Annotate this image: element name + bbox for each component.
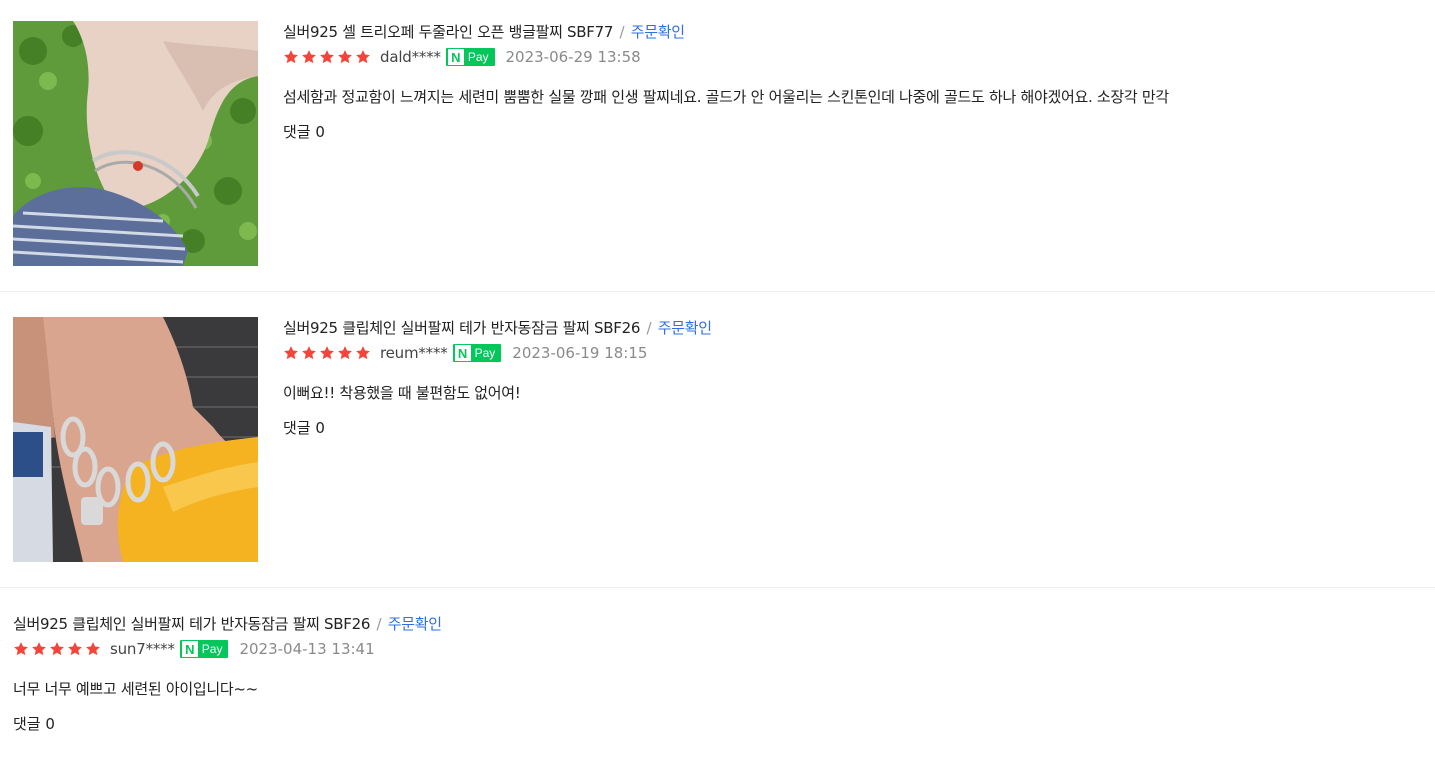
separator: / <box>376 615 382 633</box>
star-icon <box>49 641 65 657</box>
npay-badge: N Pay <box>445 48 495 66</box>
npay-label: Pay <box>467 50 489 64</box>
star-icon <box>355 49 371 65</box>
review-meta: dald**** N Pay 2023-06-29 13:58 <box>283 47 1415 67</box>
star-icon <box>301 49 317 65</box>
review-item: 실버925 클립체인 실버팔찌 테가 반자동잠금 팔찌 SBF26 / 주문확인… <box>0 588 1435 759</box>
order-confirm-link[interactable]: 주문확인 <box>631 23 685 41</box>
star-icon <box>319 345 335 361</box>
order-confirm-link[interactable]: 주문확인 <box>388 615 442 633</box>
review-date: 2023-06-29 13:58 <box>505 48 641 66</box>
reviewer-id: reum**** <box>380 344 448 362</box>
review-text: 이뻐요!! 착용했을 때 불편함도 없어여! <box>283 384 521 402</box>
npay-label: Pay <box>201 642 223 656</box>
review-body: 실버925 셀 트리오페 두줄라인 오픈 뱅글팔찌 SBF77 / 주문확인 d… <box>283 21 1415 143</box>
review-text: 너무 너무 예쁘고 세련된 아이입니다~~ <box>13 680 258 698</box>
review-photo[interactable] <box>13 317 258 562</box>
product-line: 실버925 클립체인 실버팔찌 테가 반자동잠금 팔찌 SBF26 / 주문확인 <box>283 317 1415 339</box>
review-text: 섬세함과 정교함이 느껴지는 세련미 뿜뿜한 실물 깡패 인생 팔찌네요. 골드… <box>283 88 1169 106</box>
product-name: 실버925 클립체인 실버팔찌 테가 반자동잠금 팔찌 SBF26 <box>283 319 641 337</box>
star-icon <box>319 49 335 65</box>
product-name: 실버925 셀 트리오페 두줄라인 오픈 뱅글팔찌 SBF77 <box>283 23 614 41</box>
separator: / <box>619 23 625 41</box>
review-meta: sun7**** N Pay 2023-04-13 13:41 <box>13 639 1415 659</box>
star-icon <box>337 49 353 65</box>
star-icon <box>301 345 317 361</box>
star-icon <box>13 641 29 657</box>
review-date: 2023-06-19 18:15 <box>512 344 648 362</box>
star-icon <box>85 641 101 657</box>
npay-logo-icon: N <box>447 49 464 65</box>
review-item: 실버925 셀 트리오페 두줄라인 오픈 뱅글팔찌 SBF77 / 주문확인 d… <box>0 0 1435 292</box>
star-rating <box>283 49 371 65</box>
review-list: 실버925 셀 트리오페 두줄라인 오픈 뱅글팔찌 SBF77 / 주문확인 d… <box>0 0 1435 759</box>
review-body: 실버925 클립체인 실버팔찌 테가 반자동잠금 팔찌 SBF26 / 주문확인… <box>283 317 1415 439</box>
review-photo-image <box>13 317 258 562</box>
review-photo-image <box>13 21 258 266</box>
product-line: 실버925 셀 트리오페 두줄라인 오픈 뱅글팔찌 SBF77 / 주문확인 <box>283 21 1415 43</box>
comment-count-button[interactable]: 댓글 0 <box>283 417 325 439</box>
star-icon <box>67 641 83 657</box>
separator: / <box>646 319 652 337</box>
review-photo[interactable] <box>13 21 258 266</box>
npay-logo-icon: N <box>181 641 198 657</box>
star-icon <box>337 345 353 361</box>
star-rating <box>13 641 101 657</box>
product-name: 실버925 클립체인 실버팔찌 테가 반자동잠금 팔찌 SBF26 <box>13 615 371 633</box>
comment-count-button[interactable]: 댓글 0 <box>283 121 325 143</box>
comment-count-button[interactable]: 댓글 0 <box>13 713 55 735</box>
star-icon <box>355 345 371 361</box>
product-line: 실버925 클립체인 실버팔찌 테가 반자동잠금 팔찌 SBF26 / 주문확인 <box>13 613 1415 635</box>
npay-badge: N Pay <box>452 344 502 362</box>
star-rating <box>283 345 371 361</box>
order-confirm-link[interactable]: 주문확인 <box>658 319 712 337</box>
star-icon <box>31 641 47 657</box>
review-date: 2023-04-13 13:41 <box>239 640 375 658</box>
npay-badge: N Pay <box>179 640 229 658</box>
reviewer-id: sun7**** <box>110 640 175 658</box>
star-icon <box>283 49 299 65</box>
review-meta: reum**** N Pay 2023-06-19 18:15 <box>283 343 1415 363</box>
npay-logo-icon: N <box>454 345 471 361</box>
review-item: 실버925 클립체인 실버팔찌 테가 반자동잠금 팔찌 SBF26 / 주문확인… <box>0 292 1435 588</box>
star-icon <box>283 345 299 361</box>
review-body: 실버925 클립체인 실버팔찌 테가 반자동잠금 팔찌 SBF26 / 주문확인… <box>13 613 1415 735</box>
reviewer-id: dald**** <box>380 48 441 66</box>
npay-label: Pay <box>474 346 496 360</box>
